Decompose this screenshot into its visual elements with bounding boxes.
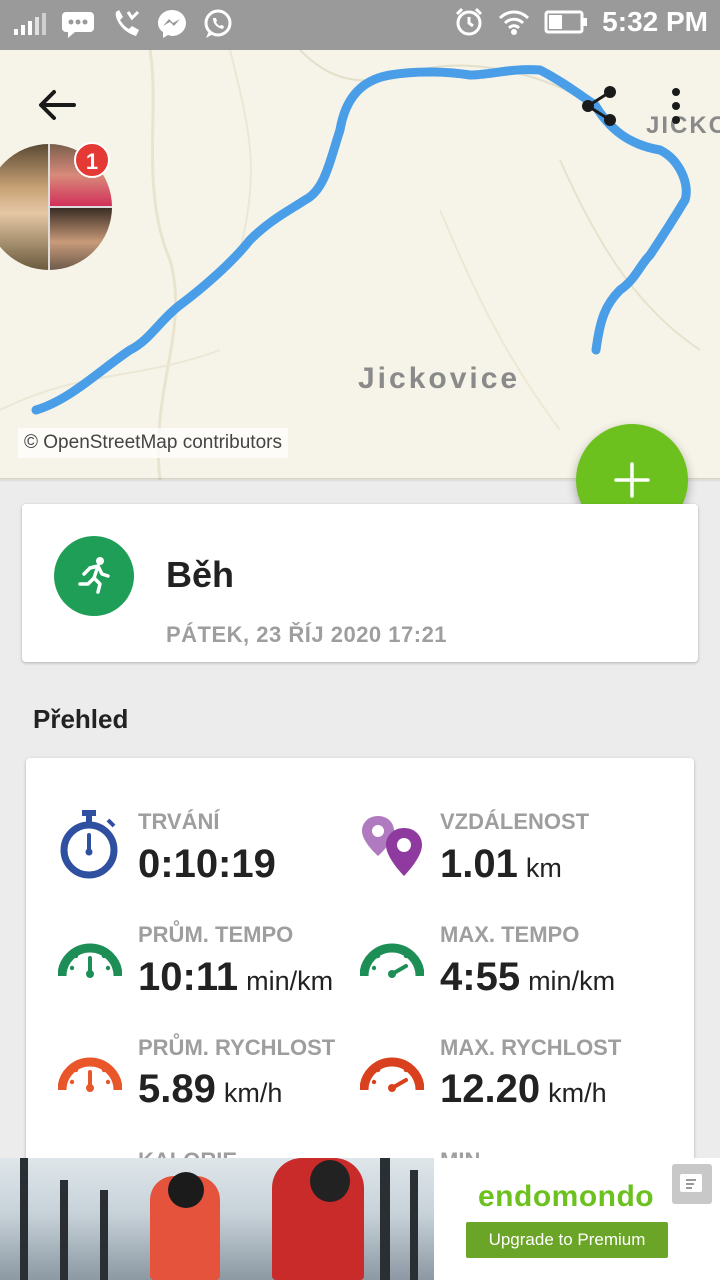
avatar (0, 144, 48, 270)
back-button[interactable] (34, 82, 80, 128)
stat-unit: min/km (246, 966, 334, 996)
stat-value: 12.20 km/h (440, 1067, 607, 1111)
stat-label: PRŮM. TEMPO (138, 922, 294, 947)
messenger-icon (156, 8, 188, 40)
status-time: 5:32 PM (602, 6, 708, 37)
avg-pace-gauge-icon (57, 932, 123, 985)
ad-image (0, 1158, 434, 1280)
arrow-left-icon (39, 90, 76, 120)
message-icon (60, 10, 96, 38)
stat-value: 10:11 min/km (138, 955, 334, 999)
endomondo-logo: endomondo (478, 1180, 655, 1213)
battery-icon (544, 9, 588, 35)
stat-label: MAX. TEMPO (440, 922, 580, 947)
stat-unit: min/km (528, 966, 616, 996)
stat-unit: km (525, 853, 562, 883)
ad-close-button[interactable] (672, 1164, 712, 1204)
max-pace-gauge-icon (359, 932, 425, 985)
stat-unit: km/h (548, 1078, 607, 1108)
missed-call-icon (110, 8, 142, 40)
stat-label: PRŮM. RYCHLOST (138, 1035, 336, 1060)
stopwatch-icon (58, 808, 120, 885)
avg-speed-gauge-icon (57, 1046, 123, 1099)
more-vert-icon (672, 88, 680, 124)
close-icon (680, 1174, 702, 1192)
overview-heading: Přehled (33, 704, 129, 734)
overview-card: TRVÁNÍ 0:10:19 VZDÁLENOST 1.01 km PRŮM. T… (26, 758, 694, 1178)
stat-value: 4:55 min/km (440, 955, 616, 999)
more-options-button[interactable] (662, 84, 690, 128)
share-button[interactable] (578, 84, 622, 128)
stat-value: 0:10:19 (138, 842, 276, 886)
ad-banner[interactable]: endomondo Upgrade to Premium (0, 1158, 720, 1280)
share-icon (582, 86, 616, 126)
workout-date: PÁTEK, 23 ŘÍJ 2020 17:21 (166, 622, 448, 647)
signal-icon (14, 13, 46, 35)
whatsapp-icon (202, 8, 234, 40)
stat-value: 5.89 km/h (138, 1067, 283, 1111)
max-speed-gauge-icon (359, 1046, 425, 1099)
plus-icon (614, 462, 650, 498)
status-bar: 5:32 PM (0, 0, 720, 50)
map-town-label: Jickovice (358, 362, 521, 395)
stat-value: 1.01 km (440, 842, 562, 886)
workout-sport-title: Běh (166, 554, 235, 595)
wifi-icon (498, 8, 530, 36)
stat-label: VZDÁLENOST (440, 809, 590, 834)
workout-detail-screen: 5:32 PM Jickovice JICKO © OpenStreetMap … (0, 0, 720, 1280)
stat-unit: km/h (223, 1078, 283, 1108)
upgrade-premium-button[interactable]: Upgrade to Premium (466, 1222, 668, 1258)
alarm-icon (454, 7, 484, 37)
distance-pins-icon (360, 814, 424, 885)
stat-label: TRVÁNÍ (138, 809, 220, 834)
map-attribution[interactable]: © OpenStreetMap contributors (18, 428, 288, 458)
workout-summary-card[interactable]: Běh PÁTEK, 23 ŘÍJ 2020 17:21 (22, 504, 698, 662)
notification-badge: 1 (74, 142, 110, 178)
stat-label: MAX. RYCHLOST (440, 1035, 622, 1060)
avatar (50, 208, 112, 270)
sport-badge (54, 536, 134, 616)
running-icon (78, 557, 110, 594)
